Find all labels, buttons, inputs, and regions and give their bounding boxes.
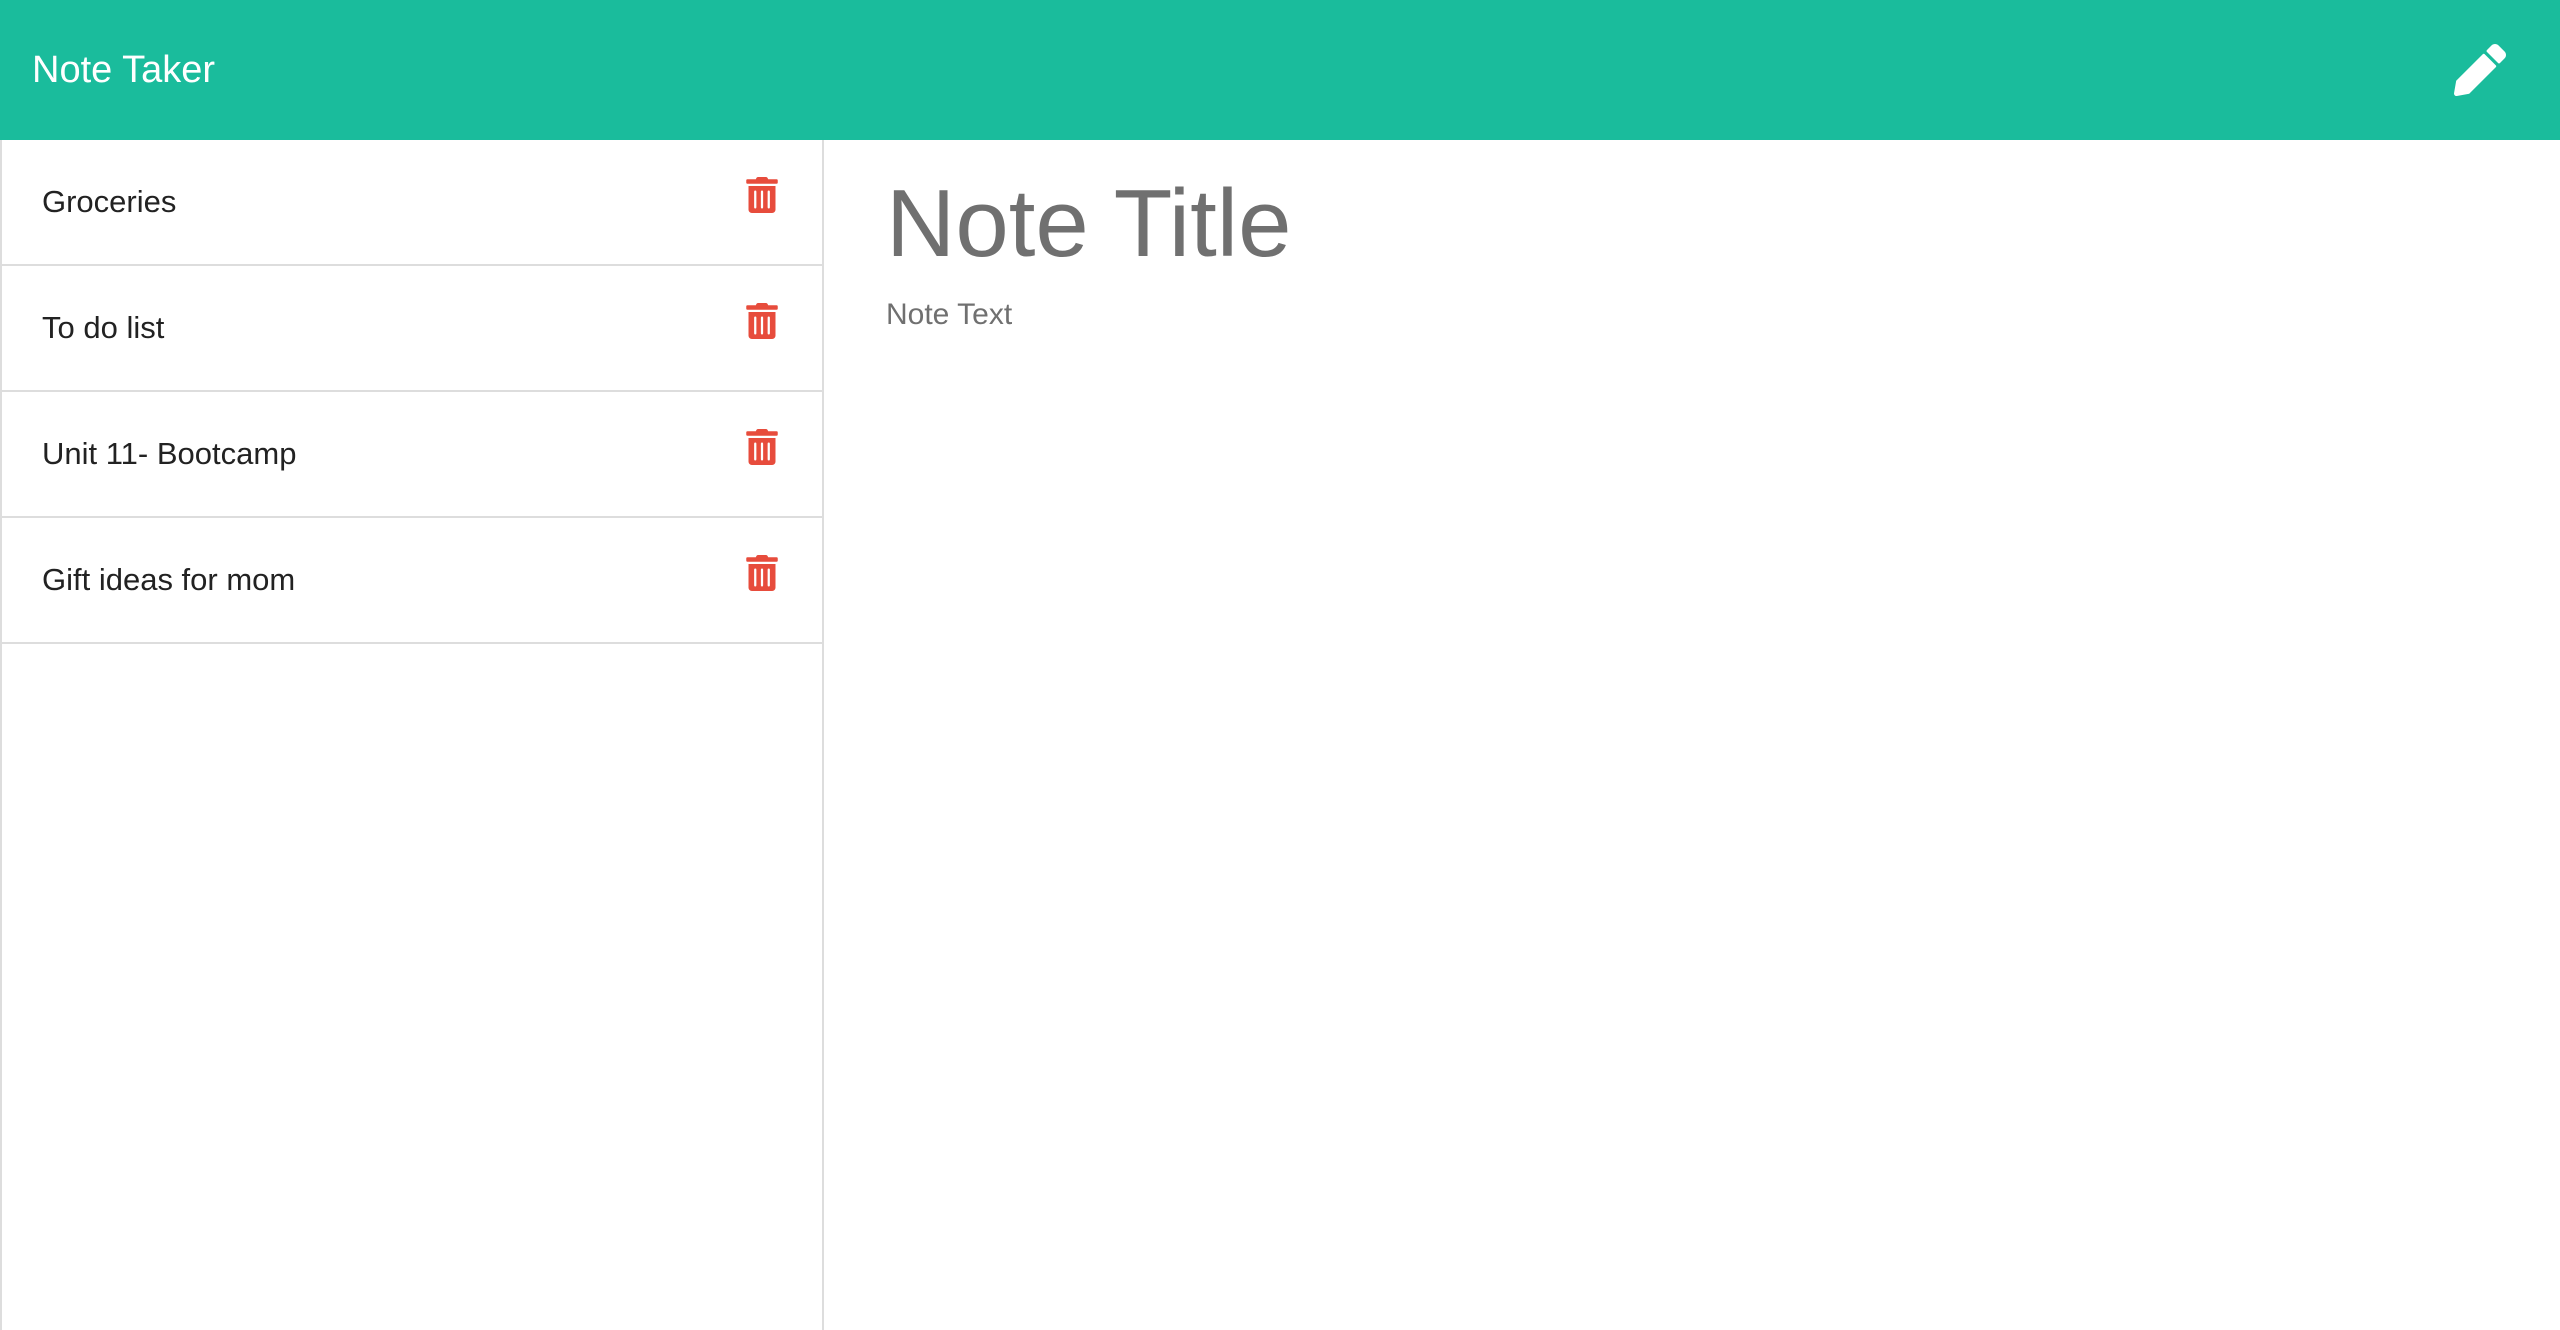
list-item[interactable]: To do list: [2, 266, 822, 392]
note-item-title[interactable]: Unit 11- Bootcamp: [42, 436, 296, 472]
notes-sidebar: Groceries To do list Unit 11- Bootcamp G…: [0, 140, 824, 1330]
trash-icon[interactable]: [746, 303, 782, 343]
navbar: Note Taker: [0, 0, 2560, 140]
trash-icon[interactable]: [746, 429, 782, 469]
note-text-input[interactable]: [886, 298, 2498, 1198]
app-title[interactable]: Note Taker: [32, 49, 215, 92]
trash-icon[interactable]: [746, 176, 782, 217]
list-item[interactable]: Unit 11- Bootcamp: [2, 392, 822, 518]
note-item-title[interactable]: Gift ideas for mom: [42, 562, 295, 598]
note-item-title[interactable]: To do list: [42, 310, 164, 346]
note-item-title[interactable]: Groceries: [42, 184, 176, 220]
note-editor: [824, 140, 2560, 1330]
note-list: Groceries To do list Unit 11- Bootcamp G…: [2, 140, 822, 644]
note-title-input[interactable]: [886, 164, 2498, 284]
list-item[interactable]: Gift ideas for mom: [2, 518, 822, 644]
list-item[interactable]: Groceries: [2, 140, 822, 266]
trash-icon[interactable]: [746, 555, 782, 595]
pencil-icon[interactable]: [2450, 40, 2510, 100]
